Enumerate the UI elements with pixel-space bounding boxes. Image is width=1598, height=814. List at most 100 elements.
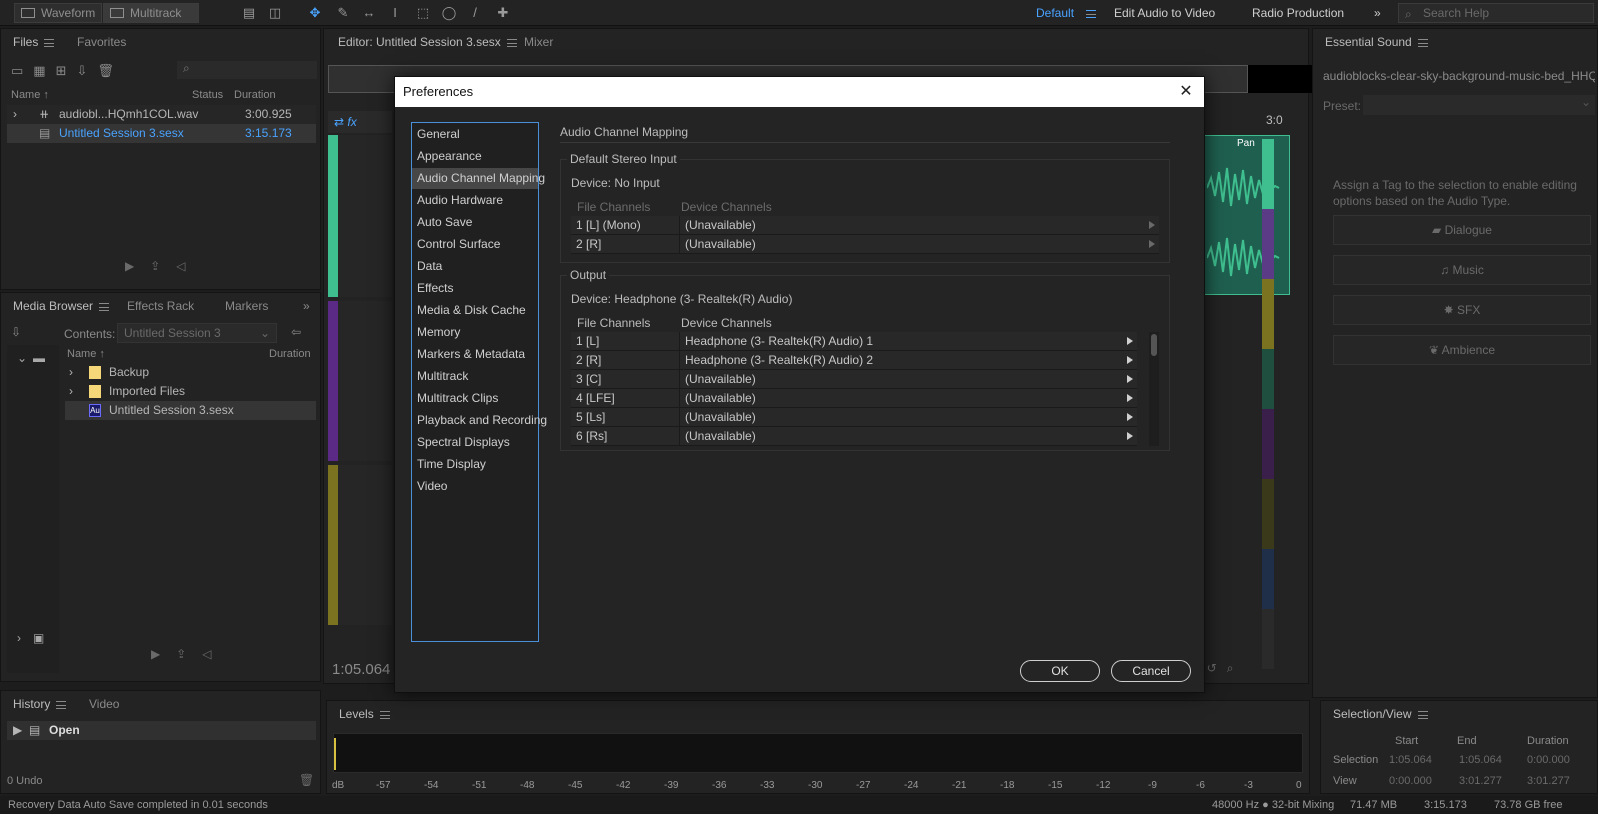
trash-icon[interactable]: 🗑 — [299, 773, 314, 787]
input-channel-row[interactable]: 2 [R] (Unavailable) — [571, 235, 1159, 254]
list-item[interactable]: › Imported Files — [65, 382, 316, 401]
view-duration-value[interactable]: 3:01.277 — [1527, 775, 1570, 787]
category-memory[interactable]: Memory — [412, 322, 538, 343]
col-duration[interactable]: Duration — [234, 86, 276, 104]
tab-levels[interactable]: Levels — [339, 701, 390, 727]
more-panels-icon[interactable]: » — [303, 293, 310, 319]
search-help-input[interactable]: ⌕ Search Help — [1398, 3, 1594, 23]
category-spectral-displays[interactable]: Spectral Displays — [412, 432, 538, 453]
category-control-surface[interactable]: Control Surface — [412, 234, 538, 255]
output-channel-row[interactable]: 1 [L] Headphone (3- Realtek(R) Audio) 1 — [571, 332, 1137, 351]
track-header[interactable] — [328, 465, 392, 625]
workspace-edit-audio-to-video[interactable]: Edit Audio to Video — [1114, 0, 1215, 26]
tab-media-browser[interactable]: Media Browser — [13, 293, 110, 319]
tab-essential-sound[interactable]: Essential Sound — [1325, 29, 1428, 55]
tab-editor[interactable]: Editor: Untitled Session 3.sesx — [338, 29, 517, 55]
channel-dropdown-arrow-icon[interactable] — [1127, 432, 1133, 440]
col-name[interactable]: Name ↑ — [67, 345, 105, 363]
spectral-display-icon[interactable]: ▤ — [240, 4, 258, 22]
sfx-button[interactable]: ✸ SFX — [1333, 295, 1591, 325]
media-playback-icons[interactable]: ▶⇪◁ — [151, 647, 228, 661]
workspace-menu-icon[interactable] — [1080, 0, 1096, 26]
category-auto-save[interactable]: Auto Save — [412, 212, 538, 233]
ambience-button[interactable]: ❦ Ambience — [1333, 335, 1591, 365]
file-row[interactable]: ▤ Untitled Session 3.sesx 3:15.173 — [7, 124, 316, 143]
view-end-value[interactable]: 3:01.277 — [1459, 775, 1502, 787]
category-media-disk-cache[interactable]: Media & Disk Cache — [412, 300, 538, 321]
time-selection-tool-icon[interactable]: I — [386, 4, 404, 22]
channel-dropdown-arrow-icon[interactable] — [1149, 221, 1155, 229]
preset-dropdown[interactable]: ⌄ — [1363, 95, 1595, 115]
channel-dropdown-arrow-icon[interactable] — [1127, 375, 1133, 383]
vertical-zoom-bar[interactable] — [1262, 139, 1274, 669]
tab-selection-view[interactable]: Selection/View — [1333, 701, 1428, 727]
files-toolbar-icons[interactable]: ▭▦⊞⇩🗑 — [11, 63, 124, 79]
col-status[interactable]: Status — [192, 86, 223, 104]
category-multitrack[interactable]: Multitrack — [412, 366, 538, 387]
output-channel-row[interactable]: 5 [Ls] (Unavailable) — [571, 408, 1137, 427]
tab-files[interactable]: Files — [13, 29, 55, 55]
channel-dropdown-arrow-icon[interactable] — [1127, 413, 1133, 421]
audio-clip[interactable]: Pan — [1204, 135, 1290, 295]
list-item[interactable]: › Backup — [65, 363, 316, 382]
category-multitrack-clips[interactable]: Multitrack Clips — [412, 388, 538, 409]
output-channel-row[interactable]: 3 [C] (Unavailable) — [571, 370, 1137, 389]
pitch-display-icon[interactable]: ◫ — [266, 4, 284, 22]
category-video[interactable]: Video — [412, 476, 538, 497]
marquee-tool-icon[interactable]: ⬚ — [414, 4, 432, 22]
selection-end-value[interactable]: 1:05.064 — [1459, 754, 1502, 766]
tab-markers[interactable]: Markers — [225, 293, 268, 319]
expand-icon[interactable]: ⌄ — [17, 351, 27, 365]
expand-icon[interactable]: › — [17, 631, 21, 645]
back-arrow-icon[interactable]: ⇦ — [291, 325, 301, 339]
expand-icon[interactable]: › — [13, 105, 17, 124]
ok-button[interactable]: OK — [1020, 660, 1100, 682]
history-item[interactable]: ▶ ▤ Open — [7, 721, 316, 740]
file-row[interactable]: › ⧺ audiobl...HQmh1COL.wav 3:00.925 — [7, 105, 316, 124]
category-effects[interactable]: Effects — [412, 278, 538, 299]
tab-effects-rack[interactable]: Effects Rack — [127, 293, 194, 319]
files-playback-icons[interactable]: ▶⇪◁ — [125, 259, 202, 273]
channel-dropdown-arrow-icon[interactable] — [1149, 240, 1155, 248]
selection-start-value[interactable]: 1:05.064 — [1389, 754, 1432, 766]
category-markers-metadata[interactable]: Markers & Metadata — [412, 344, 538, 365]
track-header[interactable] — [328, 301, 392, 461]
waveform-view-button[interactable]: Waveform — [14, 3, 102, 23]
expand-icon[interactable]: › — [69, 382, 73, 401]
output-scrollbar[interactable] — [1149, 332, 1159, 446]
channel-dropdown-arrow-icon[interactable] — [1127, 356, 1133, 364]
import-icon[interactable]: ⇩ — [11, 325, 21, 339]
brush-tool-icon[interactable]: / — [466, 4, 484, 22]
move-tool-icon[interactable]: ✥ — [306, 4, 324, 22]
razor-tool-icon[interactable]: ✎ — [334, 4, 352, 22]
output-channel-row[interactable]: 6 [Rs] (Unavailable) — [571, 427, 1137, 446]
workspace-radio-production[interactable]: Radio Production — [1252, 0, 1344, 26]
track-header[interactable] — [328, 135, 392, 297]
contents-dropdown[interactable]: Untitled Session 3 ⌄ — [117, 323, 277, 343]
category-audio-channel-mapping[interactable]: Audio Channel Mapping — [412, 168, 545, 189]
expand-icon[interactable]: › — [69, 363, 73, 382]
category-time-display[interactable]: Time Display — [412, 454, 538, 475]
multitrack-view-button[interactable]: Multitrack — [103, 3, 199, 23]
lasso-tool-icon[interactable]: ◯ — [440, 4, 458, 22]
fx-toggle-icon[interactable]: ⇄ fx — [328, 111, 392, 133]
dialogue-button[interactable]: ▰ Dialogue — [1333, 215, 1591, 245]
tab-mixer[interactable]: Mixer — [524, 29, 553, 55]
category-general[interactable]: General — [412, 124, 538, 145]
list-item[interactable]: Au Untitled Session 3.sesx — [65, 401, 316, 420]
tab-history[interactable]: History — [13, 691, 67, 717]
selection-duration-value[interactable]: 0:00.000 — [1527, 754, 1570, 766]
slip-tool-icon[interactable]: ↔ — [360, 4, 378, 22]
col-duration[interactable]: Duration — [269, 345, 311, 363]
channel-dropdown-arrow-icon[interactable] — [1127, 394, 1133, 402]
workspace-default[interactable]: Default — [1036, 0, 1074, 26]
col-name[interactable]: Name ↑ — [11, 86, 49, 104]
files-search-icon[interactable]: ⌕ — [177, 61, 317, 79]
more-workspaces-icon[interactable]: » — [1374, 0, 1381, 26]
music-button[interactable]: ♫ Music — [1333, 255, 1591, 285]
category-audio-hardware[interactable]: Audio Hardware — [412, 190, 538, 211]
channel-dropdown-arrow-icon[interactable] — [1127, 337, 1133, 345]
tab-video[interactable]: Video — [89, 691, 119, 717]
category-appearance[interactable]: Appearance — [412, 146, 538, 167]
healing-tool-icon[interactable]: ✚ — [494, 4, 512, 22]
